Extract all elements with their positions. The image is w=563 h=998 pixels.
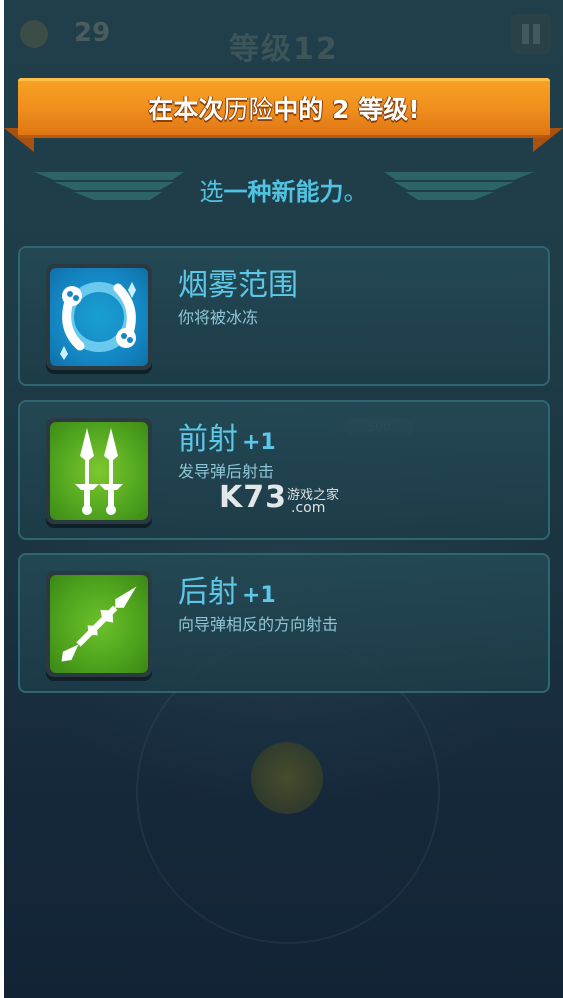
coin-icon <box>20 20 48 48</box>
twin-daggers-icon <box>50 422 148 520</box>
ability-title: 前射 +1 <box>178 422 276 457</box>
ability-title: 后射 +1 <box>178 575 276 610</box>
level-up-banner: 在本次历险中的 2 等级! <box>4 78 563 158</box>
background-sun <box>251 742 323 814</box>
ability-description: 向导弹相反的方向射击 <box>178 615 339 634</box>
ability-icon-frame <box>46 418 152 524</box>
watermark-logo: K73 <box>219 480 287 515</box>
ability-description: 发导弹后射击 <box>178 462 275 481</box>
ability-card-smoke-range[interactable]: 烟雾范围 你将被冰冻 <box>18 246 550 386</box>
ability-icon-frame <box>46 264 152 370</box>
pause-icon <box>522 24 529 44</box>
ability-title: 烟雾范围 <box>178 268 298 303</box>
ability-card-front-shot[interactable]: 前射 +1 发导弹后射击 <box>18 400 550 540</box>
choose-ability-prompt: 选一种新能力。 <box>199 178 368 206</box>
ice-orbit-icon <box>50 268 148 366</box>
game-screen: 29 等级12 500 在本次历险中的 2 等级! 选一种新能力。 <box>4 0 563 998</box>
level-title: 等级12 <box>229 32 339 67</box>
watermark-domain: .com <box>291 500 326 516</box>
banner-ribbon: 在本次历险中的 2 等级! <box>18 78 550 138</box>
ability-icon-frame <box>46 571 152 677</box>
banner-text: 在本次历险中的 2 等级! <box>148 95 420 124</box>
spear-icon <box>50 575 148 673</box>
k73-watermark: K73 游戏之家 .com <box>219 480 339 516</box>
ability-card-back-shot[interactable]: 后射 +1 向导弹相反的方向射击 <box>18 553 550 693</box>
pause-button[interactable] <box>511 14 551 54</box>
ability-description: 你将被冰冻 <box>178 308 259 327</box>
coin-count: 29 <box>74 18 111 48</box>
